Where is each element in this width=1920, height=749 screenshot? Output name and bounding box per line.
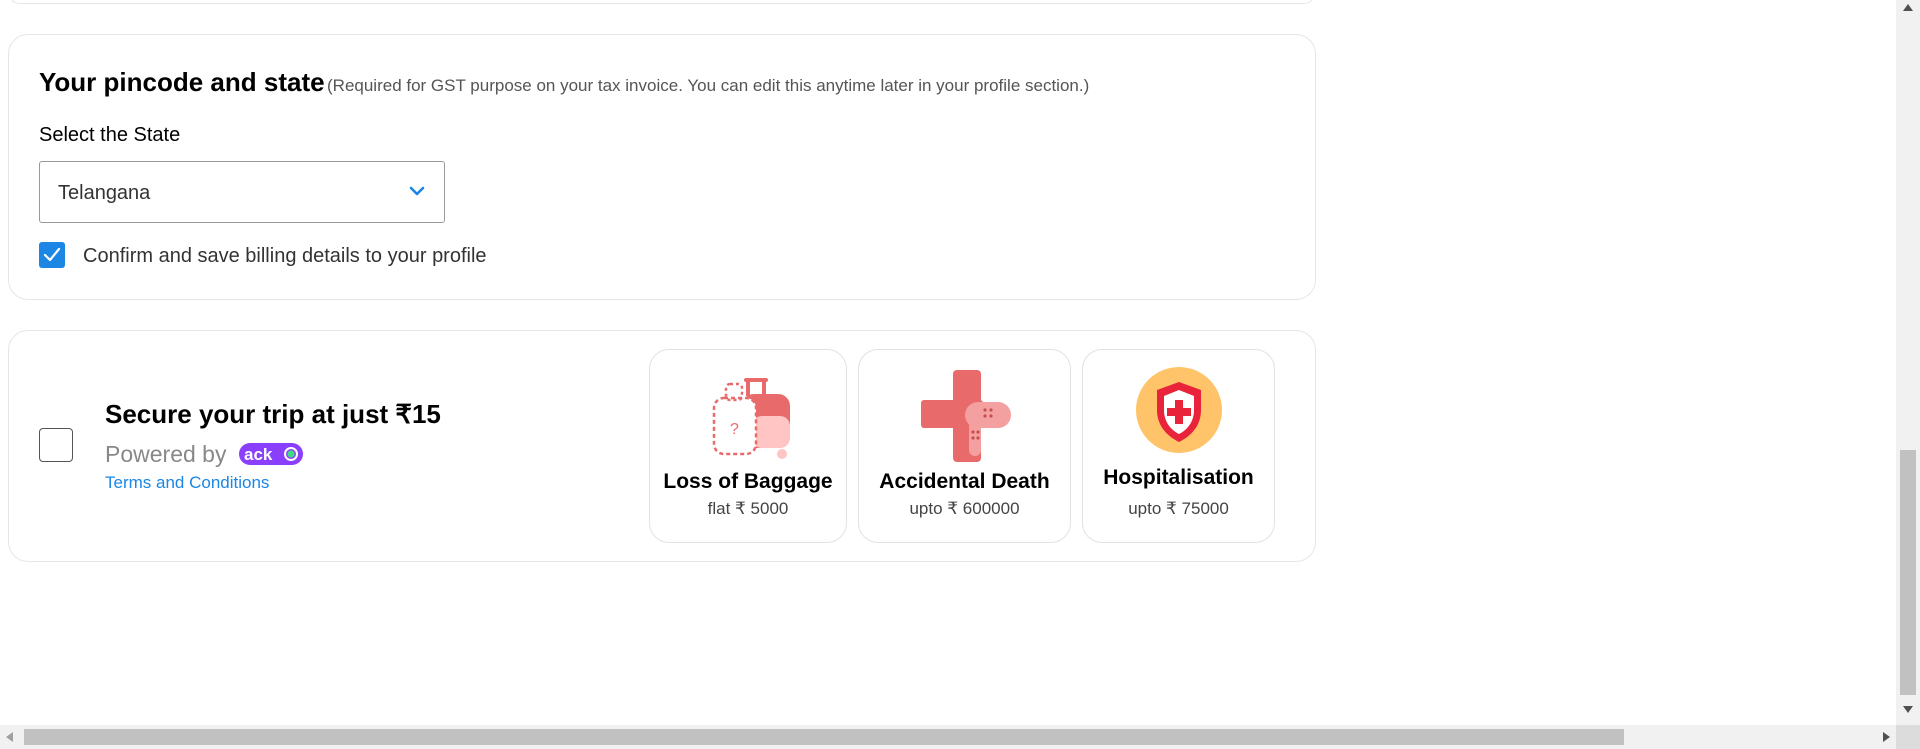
confirm-billing-label[interactable]: Confirm and save billing details to your… <box>83 245 487 268</box>
vertical-scrollbar-thumb[interactable] <box>1900 450 1916 695</box>
state-select[interactable]: Telangana <box>39 161 445 223</box>
luggage-icon: ? <box>712 378 790 459</box>
previous-card-edge <box>8 0 1316 4</box>
benefit-name: Accidental Death <box>879 470 1050 493</box>
scrollbar-corner <box>1896 725 1920 749</box>
powered-by-label: Powered by <box>105 441 227 467</box>
billing-details-card: Your pincode and state (Required for GST… <box>8 34 1316 300</box>
vertical-scrollbar[interactable] <box>1896 0 1920 725</box>
benefit-name: Hospitalisation <box>1103 466 1254 489</box>
horizontal-scrollbar[interactable] <box>0 725 1896 749</box>
scroll-down-arrow-icon[interactable] <box>1903 706 1913 713</box>
horizontal-scrollbar-thumb[interactable] <box>24 729 1624 745</box>
scroll-left-arrow-icon[interactable] <box>6 732 13 742</box>
benefit-amount: flat ₹ 5000 <box>707 499 789 518</box>
scroll-right-arrow-icon[interactable] <box>1883 732 1890 742</box>
benefit-amount: upto ₹ 75000 <box>1128 499 1229 518</box>
benefit-amount: upto ₹ 600000 <box>909 499 1020 518</box>
checkmark-icon <box>43 247 61 262</box>
state-select-value: Telangana <box>58 182 151 204</box>
benefit-name: Loss of Baggage <box>663 470 833 493</box>
state-select-label: Select the State <box>39 124 181 146</box>
svg-text:?: ? <box>730 421 739 438</box>
bandage-cross-icon <box>920 370 1011 462</box>
trip-insurance-title: Secure your trip at just ₹15 <box>105 399 441 429</box>
billing-section-note: (Required for GST purpose on your tax in… <box>327 76 1090 95</box>
chevron-down-icon <box>409 186 425 196</box>
terms-and-conditions-link[interactable]: Terms and Conditions <box>105 473 269 493</box>
confirm-billing-checkbox[interactable] <box>39 242 65 268</box>
medical-shield-icon <box>1135 367 1222 453</box>
benefit-card-loss-of-baggage: ? Loss of Baggage flat ₹ 5000 <box>649 349 847 543</box>
scroll-up-arrow-icon[interactable] <box>1903 4 1913 11</box>
trip-insurance-card: Secure your trip at just ₹15 Powered by … <box>8 330 1316 562</box>
benefit-card-accidental-death: Accidental Death upto ₹ 600000 <box>858 349 1071 543</box>
trip-insurance-checkbox[interactable] <box>39 428 73 462</box>
acko-logo: ack <box>239 443 303 465</box>
billing-section-title: Your pincode and state <box>39 67 325 97</box>
svg-text:ack: ack <box>244 445 273 464</box>
benefit-card-hospitalisation: Hospitalisation upto ₹ 75000 <box>1082 349 1275 543</box>
